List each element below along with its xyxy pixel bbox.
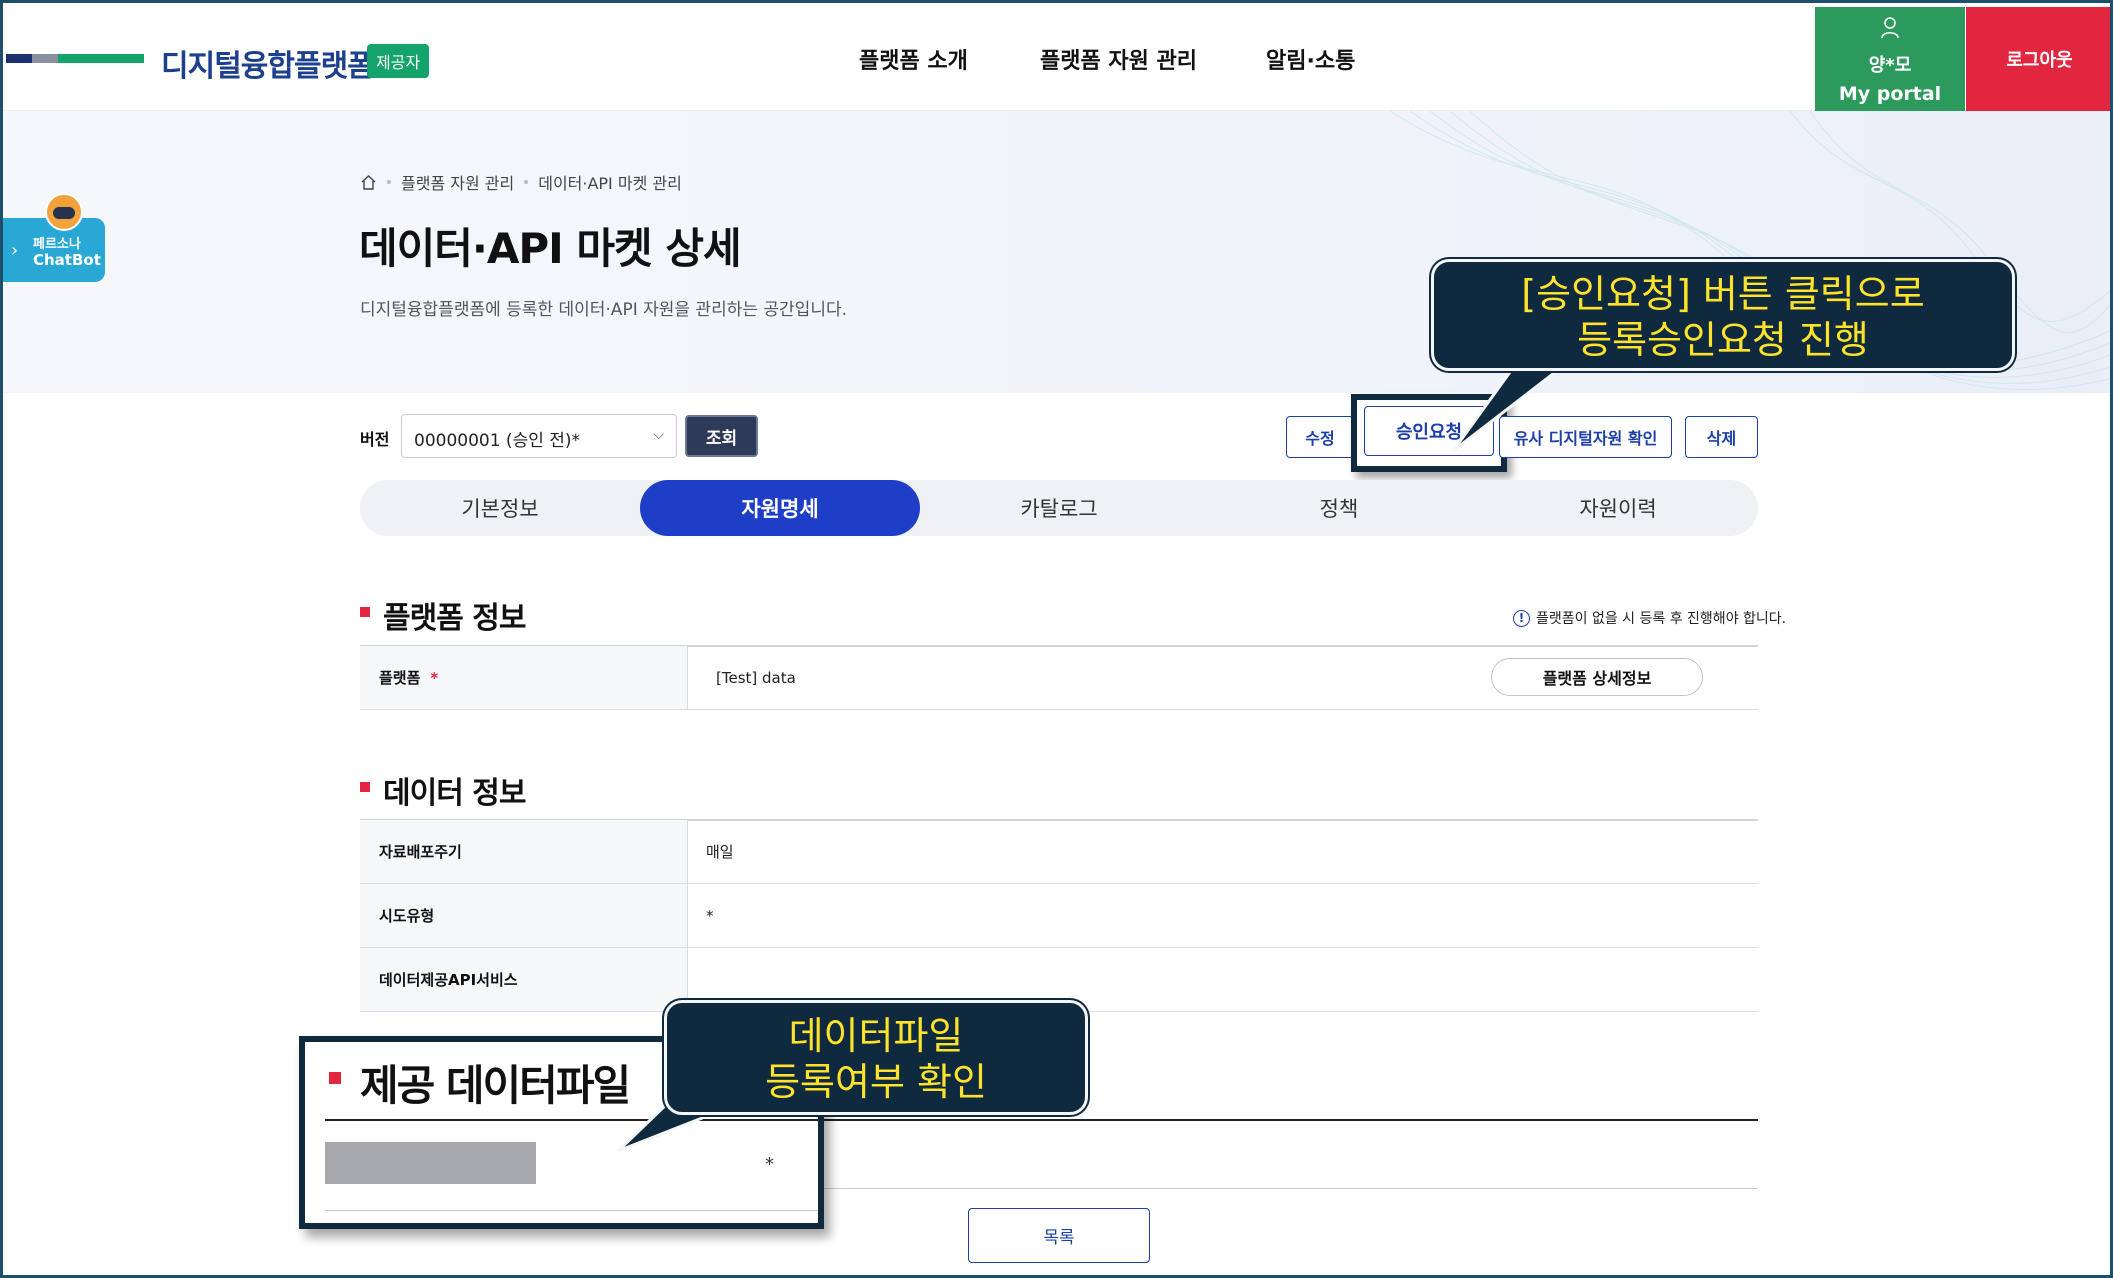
delete-button[interactable]: 삭제 (1685, 416, 1758, 458)
breadcrumb-market-management[interactable]: 데이터·API 마켓 관리 (538, 170, 682, 194)
user-name: 양*모 (1868, 55, 1912, 76)
row-value: * (706, 906, 714, 925)
list-button[interactable]: 목록 (968, 1208, 1150, 1263)
nav-platform-intro[interactable]: 플랫폼 소개 (859, 43, 968, 75)
edit-button[interactable]: 수정 (1286, 416, 1354, 458)
top-header: 디지털융합플랫폼 제공자 플랫폼 소개 플랫폼 자원 관리 알림·소통 양*모 … (3, 3, 2110, 111)
section-marker (360, 607, 370, 617)
section-marker (360, 782, 370, 792)
my-portal-label: My portal (1838, 83, 1942, 105)
callout-approve-line-2: 등록승인요청 진행 (1577, 318, 1869, 362)
version-label: 버전 (360, 430, 390, 449)
logout-button[interactable]: 로그아웃 (1966, 7, 2110, 111)
version-selected-value: 00000001 (승인 전)* (414, 431, 581, 451)
nav-notice-communication[interactable]: 알림·소통 (1266, 43, 1355, 75)
callout-file-check: 데이터파일 등록여부 확인 (664, 1000, 1088, 1115)
logo-text[interactable]: 디지털융합플랫폼 (161, 41, 375, 85)
chatbot-avatar-icon[interactable] (45, 193, 83, 231)
breadcrumb-separator (524, 180, 529, 184)
provider-badge: 제공자 (367, 44, 430, 78)
breadcrumb-separator (387, 180, 391, 184)
user-icon (1881, 17, 1899, 39)
platform-detail-button[interactable]: 플랫폼 상세정보 (1491, 658, 1703, 696)
version-search-button[interactable]: 조회 (685, 415, 758, 457)
chevron-right-icon: › (11, 240, 19, 261)
platform-note-text: 플랫폼이 없을 시 등록 후 진행해야 합니다. (1536, 611, 1787, 627)
platform-note: ! 플랫폼이 없을 시 등록 후 진행해야 합니다. (1513, 608, 1786, 628)
row-label: 시도유형 (360, 884, 688, 947)
nav-resource-management[interactable]: 플랫폼 자원 관리 (1040, 43, 1197, 75)
screen-frame: 디지털융합플랫폼 제공자 플랫폼 소개 플랫폼 자원 관리 알림·소통 양*모 … (0, 0, 2113, 1278)
table-row: 시도유형 * (360, 884, 1758, 948)
platform-row-label: 플랫폼 * (360, 646, 688, 709)
tab-policy[interactable]: 정책 (1199, 480, 1479, 536)
tab-resource-spec[interactable]: 자원명세 (640, 480, 920, 536)
tab-catalog[interactable]: 카탈로그 (919, 480, 1199, 536)
callout-approve-line-1: [승인요청] 버튼 클릭으로 (1521, 272, 1925, 316)
page-title: 데이터·API 마켓 상세 (359, 224, 742, 273)
table-row: 자료배포주기 매일 (360, 820, 1758, 884)
required-mark: * (430, 668, 439, 687)
version-select[interactable]: 00000001 (승인 전)* ⌵ (401, 414, 677, 458)
row-value: 매일 (706, 843, 734, 861)
info-icon: ! (1513, 609, 1530, 627)
detail-tabs: 기본정보 자원명세 카탈로그 정책 자원이력 (360, 480, 1758, 536)
row-label: 자료배포주기 (360, 820, 688, 883)
my-portal-button[interactable]: 양*모 My portal (1815, 7, 1965, 111)
callout-file-line-2: 등록여부 확인 (765, 1060, 987, 1104)
page-description: 디지털융합플랫폼에 등록한 데이터·API 자원을 관리하는 공간입니다. (360, 300, 848, 320)
tab-basic-info[interactable]: 기본정보 (360, 480, 640, 536)
chevron-down-icon: ⌵ (653, 427, 664, 443)
file-table-bottom-border (325, 1210, 818, 1211)
callout-file-line-1: 데이터파일 (788, 1014, 964, 1058)
chatbot-label: ChatBot (33, 251, 101, 269)
file-label-placeholder (325, 1142, 536, 1184)
data-section-title: 데이터 정보 (383, 776, 526, 811)
home-icon[interactable] (360, 174, 377, 190)
breadcrumb-resource-management[interactable]: 플랫폼 자원 관리 (401, 170, 514, 194)
tab-resource-history[interactable]: 자원이력 (1478, 480, 1758, 536)
callout-approve-request: [승인요청] 버튼 클릭으로 등록승인요청 진행 (1431, 259, 2015, 371)
breadcrumb: 플랫폼 자원 관리 데이터·API 마켓 관리 (360, 170, 682, 194)
file-section-title: 제공 데이터파일 (360, 1061, 631, 1110)
logo-color-bars (6, 54, 144, 63)
chatbot-label-persona: 페르소나 (33, 237, 81, 252)
section-marker (329, 1072, 341, 1084)
row-label: 데이터제공API서비스 (360, 948, 688, 1011)
platform-section-title: 플랫폼 정보 (383, 601, 526, 636)
